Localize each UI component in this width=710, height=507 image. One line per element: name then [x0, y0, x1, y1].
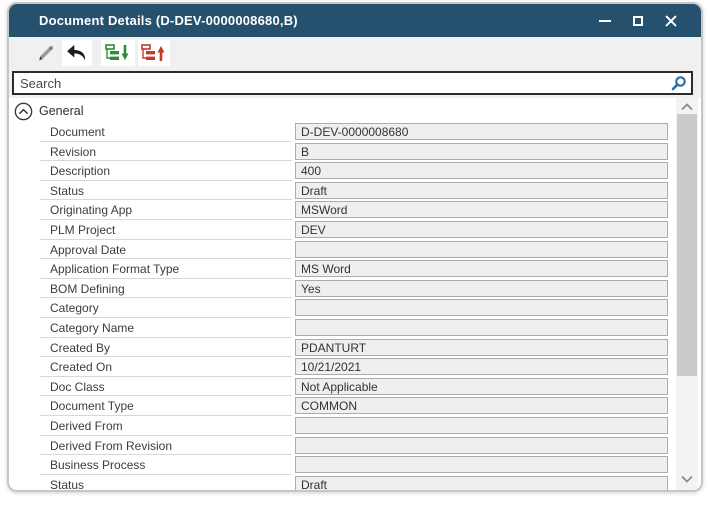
- field-row-status: Status Draft: [9, 475, 701, 490]
- close-button[interactable]: [654, 4, 687, 37]
- field-value[interactable]: [295, 319, 668, 336]
- collapse-all-button[interactable]: [138, 40, 170, 66]
- field-row-document: Document D-DEV-0000008680: [9, 122, 701, 142]
- search-input[interactable]: [14, 76, 667, 91]
- field-row-business-process: Business Process: [9, 455, 701, 475]
- field-row-category: Category: [9, 298, 701, 318]
- field-label: Derived From: [50, 419, 123, 433]
- window-title: Document Details (D-DEV-0000008680,B): [9, 13, 298, 28]
- field-label: Category Name: [50, 321, 134, 335]
- field-value[interactable]: [295, 456, 668, 473]
- search-box: [12, 71, 693, 95]
- field-label: Created By: [50, 341, 110, 355]
- field-row-plm-project: PLM Project DEV: [9, 220, 701, 240]
- field-value[interactable]: [295, 437, 668, 454]
- field-value[interactable]: D-DEV-0000008680: [295, 123, 668, 140]
- field-value[interactable]: MSWord: [295, 201, 668, 218]
- field-value[interactable]: [295, 299, 668, 316]
- title-bar: Document Details (D-DEV-0000008680,B): [9, 4, 701, 37]
- field-value[interactable]: 400: [295, 162, 668, 179]
- search-bar: [9, 68, 701, 98]
- field-value[interactable]: 10/21/2021: [295, 358, 668, 375]
- magnifier-icon[interactable]: [667, 75, 691, 91]
- field-row-status: Status Draft: [9, 181, 701, 201]
- chevron-up-circle-icon[interactable]: [14, 102, 33, 121]
- field-label: Doc Class: [50, 380, 105, 394]
- field-label: BOM Defining: [50, 282, 125, 296]
- section-general-toggle[interactable]: General: [14, 101, 83, 121]
- vertical-scrollbar[interactable]: [676, 98, 698, 490]
- field-label: Derived From Revision: [50, 439, 172, 453]
- maximize-button[interactable]: [621, 4, 654, 37]
- field-row-created-on: Created On 10/21/2021: [9, 357, 701, 377]
- field-label: Status: [50, 478, 84, 490]
- undo-button[interactable]: [62, 40, 92, 66]
- collapse-all-icon: [141, 44, 167, 62]
- field-value[interactable]: PDANTURT: [295, 339, 668, 356]
- field-value[interactable]: B: [295, 143, 668, 160]
- field-value[interactable]: [295, 417, 668, 434]
- field-row-application-format-type: Application Format Type MS Word: [9, 259, 701, 279]
- field-row-category-name: Category Name: [9, 318, 701, 338]
- field-row-doc-class: Doc Class Not Applicable: [9, 377, 701, 397]
- field-label: Document Type: [50, 399, 134, 413]
- field-label: Status: [50, 184, 84, 198]
- toolbar: [9, 37, 701, 68]
- field-label: PLM Project: [50, 223, 115, 237]
- expand-all-icon: [105, 44, 131, 62]
- field-row-revision: Revision B: [9, 142, 701, 162]
- field-row-bom-defining: BOM Defining Yes: [9, 279, 701, 299]
- field-row-document-type: Document Type COMMON: [9, 396, 701, 416]
- field-list: Document D-DEV-0000008680 Revision B Des…: [9, 122, 701, 490]
- field-label: Application Format Type: [50, 262, 179, 276]
- undo-arrow-icon: [66, 44, 88, 62]
- minimize-icon: [599, 20, 611, 22]
- details-panel: General Document D-DEV-0000008680 Revisi…: [9, 98, 701, 490]
- field-row-approval-date: Approval Date: [9, 240, 701, 260]
- field-value[interactable]: Draft: [295, 182, 668, 199]
- pencil-icon: [36, 43, 56, 63]
- field-row-derived-from-revision: Derived From Revision: [9, 436, 701, 456]
- expand-all-button[interactable]: [101, 40, 135, 66]
- field-label: Document: [50, 125, 105, 139]
- field-label: Revision: [50, 145, 96, 159]
- field-value[interactable]: DEV: [295, 221, 668, 238]
- field-label: Business Process: [50, 458, 145, 472]
- field-value[interactable]: Draft: [295, 476, 668, 490]
- field-label: Description: [50, 164, 110, 178]
- minimize-button[interactable]: [588, 4, 621, 37]
- field-label: Approval Date: [50, 243, 126, 257]
- scrollbar-thumb[interactable]: [677, 114, 697, 376]
- field-value[interactable]: MS Word: [295, 260, 668, 277]
- field-label: Category: [50, 301, 99, 315]
- chevron-down-icon: [681, 475, 693, 483]
- field-label: Originating App: [50, 203, 132, 217]
- document-details-window: Document Details (D-DEV-0000008680,B): [7, 2, 703, 492]
- field-row-description: Description 400: [9, 161, 701, 181]
- maximize-icon: [633, 16, 643, 26]
- field-row-derived-from: Derived From: [9, 416, 701, 436]
- close-icon: [665, 15, 677, 27]
- field-row-created-by: Created By PDANTURT: [9, 338, 701, 358]
- field-value[interactable]: COMMON: [295, 397, 668, 414]
- field-value[interactable]: Yes: [295, 280, 668, 297]
- field-value[interactable]: [295, 241, 668, 258]
- field-label: Created On: [50, 360, 112, 374]
- scroll-down-button[interactable]: [676, 470, 698, 488]
- window-controls: [588, 4, 687, 37]
- chevron-up-icon: [681, 103, 693, 111]
- section-general-label: General: [39, 104, 83, 118]
- edit-button[interactable]: [33, 40, 59, 66]
- field-row-originating-app: Originating App MSWord: [9, 200, 701, 220]
- field-value[interactable]: Not Applicable: [295, 378, 668, 395]
